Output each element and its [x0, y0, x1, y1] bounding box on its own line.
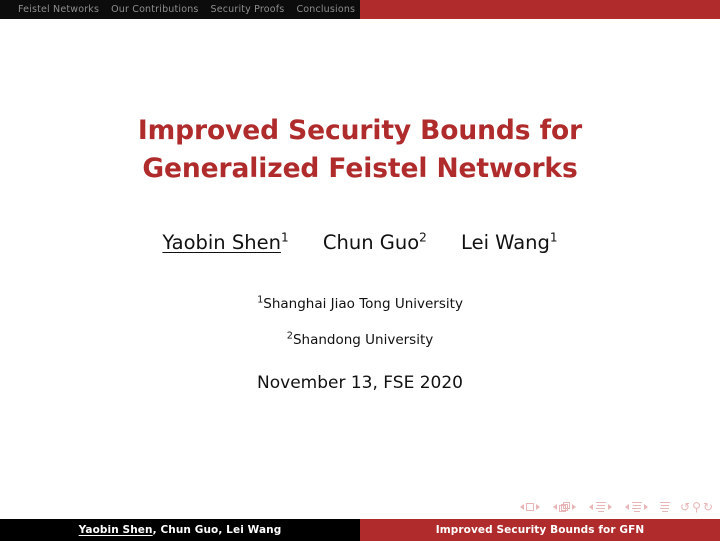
author-list: Yaobin Shen1 Chun Guo2 Lei Wang1: [0, 229, 720, 257]
search-icon[interactable]: ⚲: [692, 501, 701, 513]
institute-2: 2Shandong University: [0, 322, 720, 358]
author-2-affiliation-mark: 2: [419, 230, 427, 245]
forward-icon[interactable]: ↻: [703, 501, 713, 513]
author-2-name: Chun Guo: [322, 231, 420, 254]
institute-1: 1Shanghai Jiao Tong University: [0, 286, 720, 322]
section-icon[interactable]: [631, 502, 642, 512]
subsection-icon[interactable]: [595, 502, 606, 512]
slide-title: Improved Security Bounds for Generalized…: [137, 115, 583, 184]
nav-section-group: [623, 502, 650, 512]
author-3-affiliation-mark: 1: [549, 230, 558, 245]
nav-section-feistel-networks[interactable]: Feistel Networks: [18, 0, 99, 19]
nav-section-our-contributions[interactable]: Our Contributions: [111, 0, 198, 19]
nav-slide-group: [518, 503, 542, 511]
author-1-affiliation-mark: 1: [280, 230, 289, 245]
navigation-symbols: ↺ ⚲ ↻: [518, 499, 714, 515]
nav-section-conclusions[interactable]: Conclusions: [296, 0, 355, 19]
footline-speaker: Yaobin Shen: [78, 524, 153, 536]
presentation-icon[interactable]: [659, 502, 670, 512]
footline-bar: Yaobin Shen, Chun Guo, Lei Wang Improved…: [0, 519, 720, 541]
prev-section-icon[interactable]: [625, 504, 630, 510]
headline-bar: Feistel Networks Our Contributions Secur…: [0, 0, 720, 19]
author-1-name: Yaobin Shen: [162, 231, 281, 254]
next-slide-icon[interactable]: [536, 504, 541, 510]
slide-icon[interactable]: [526, 503, 535, 511]
nav-subsection-group: [587, 502, 614, 512]
nav-frame-group: [551, 502, 578, 512]
institute-1-name: Shanghai Jiao Tong University: [263, 296, 463, 312]
nav-doc-group: [659, 502, 670, 512]
title-block: Improved Security Bounds for Generalized…: [0, 112, 720, 188]
author-3: Lei Wang1: [461, 229, 558, 257]
next-section-icon[interactable]: [644, 504, 649, 510]
author-2: Chun Guo2: [323, 229, 427, 257]
prev-subsection-icon[interactable]: [589, 504, 594, 510]
prev-slide-icon[interactable]: [520, 504, 525, 510]
author-3-name: Lei Wang: [461, 231, 550, 254]
next-subsection-icon[interactable]: [608, 504, 613, 510]
next-frame-icon[interactable]: [572, 504, 577, 510]
institute-list: 1Shanghai Jiao Tong University 2Shandong…: [0, 286, 720, 358]
beamer-title-slide: Feistel Networks Our Contributions Secur…: [0, 0, 720, 541]
footline-authors: Yaobin Shen, Chun Guo, Lei Wang: [0, 519, 360, 541]
frame-icon[interactable]: [559, 502, 571, 512]
nav-section-security-proofs[interactable]: Security Proofs: [211, 0, 285, 19]
headline-bar-dark-region: Feistel Networks Our Contributions Secur…: [0, 0, 360, 19]
slide-date: November 13, FSE 2020: [257, 373, 463, 393]
section-navigation: Feistel Networks Our Contributions Secur…: [18, 0, 360, 19]
nav-history-group: ↺ ⚲ ↻: [679, 501, 714, 513]
institute-2-name: Shandong University: [292, 332, 434, 348]
author-1: Yaobin Shen1: [162, 229, 288, 257]
footline-coauthors: , Chun Guo, Lei Wang: [152, 524, 282, 536]
back-icon[interactable]: ↺: [680, 501, 690, 513]
prev-frame-icon[interactable]: [553, 504, 558, 510]
footline-title: Improved Security Bounds for GFN: [360, 519, 720, 541]
